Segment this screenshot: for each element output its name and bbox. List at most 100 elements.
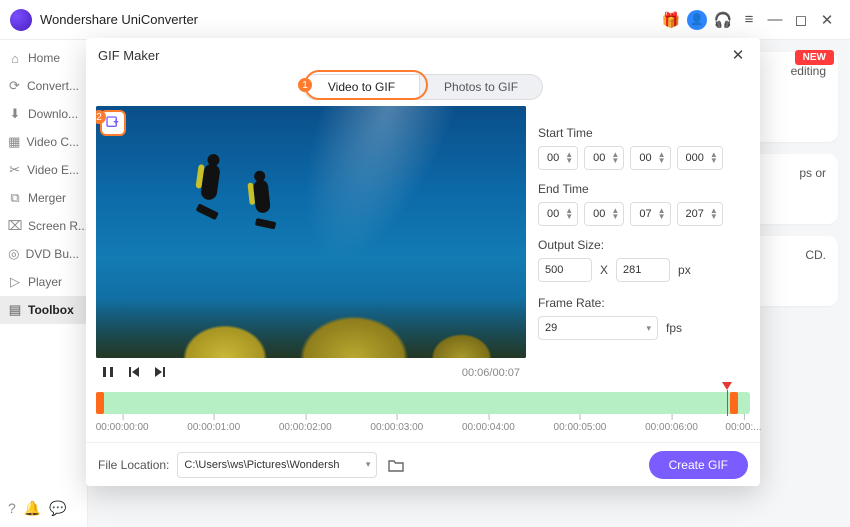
start-minutes[interactable]: 00▲▼ [584,146,624,170]
notifications-icon[interactable]: 🔔 [24,500,41,517]
tick: 00:00:00:00 [96,422,149,433]
output-width[interactable] [538,258,592,282]
tick: 00:00:02:00 [279,422,332,433]
open-folder-button[interactable] [385,454,407,476]
timeline: 00:00:00:00 00:00:01:00 00:00:02:00 00:0… [86,392,760,442]
close-icon[interactable]: ✕ [728,45,748,65]
sidebar-item-label: Video E... [27,163,79,177]
settings-panel: Start Time 00▲▼ 00▲▼ 00▲▼ 000▲▼ End Time… [538,106,750,392]
bg-card-text: CD. [805,248,826,262]
sidebar-item-label: Screen R... [28,219,87,233]
step1-number: 1 [298,78,312,92]
timeline-track[interactable] [96,392,750,414]
tick: 00:00:06:00 [645,422,698,433]
maximize-button[interactable]: ◻ [788,7,814,33]
video-preview[interactable]: 2 [96,106,526,358]
sidebar-item-convert[interactable]: ⟳ Convert... [0,72,87,100]
output-size-label: Output Size: [538,238,750,252]
sidebar-item-label: Downlo... [28,107,78,121]
account-icon[interactable]: 👤 [684,7,710,33]
dvd-icon: ◎ [8,246,20,262]
video-compress-icon: ▦ [8,134,21,150]
start-ms[interactable]: 000▲▼ [677,146,723,170]
playhead-line [727,390,728,416]
close-window-button[interactable]: ✕ [814,7,840,33]
tabs: 1 Video to GIF Photos to GIF [86,72,760,102]
tab-photos-to-gif[interactable]: Photos to GIF [420,74,543,100]
sidebar-item-dvd[interactable]: ◎ DVD Bu... [0,240,87,268]
home-icon: ⌂ [8,51,22,66]
video-edit-icon: ✂ [8,162,21,178]
download-icon: ⬇ [8,106,22,122]
player-icon: ▷ [8,274,22,290]
modal-footer: File Location: C:\Users\ws\Pictures\Wond… [86,442,760,486]
sidebar-item-merger[interactable]: ⧉ Merger [0,184,87,212]
bg-card-text: ps or [799,166,826,180]
sidebar-item-label: Home [28,51,60,65]
tab-video-to-gif[interactable]: Video to GIF [303,74,420,100]
minimize-button[interactable]: — [762,7,788,33]
frame-rate-label: Frame Rate: [538,296,750,310]
gift-icon[interactable]: 🎁 [658,7,684,33]
start-seconds[interactable]: 00▲▼ [630,146,670,170]
tick: 00:00:05:00 [554,422,607,433]
tick: 00:00:... [725,422,761,433]
playback-time: 00:06/00:07 [462,367,520,379]
file-location-label: File Location: [98,458,169,472]
sidebar-item-label: Toolbox [28,303,74,317]
sidebar-item-screen[interactable]: ⌧ Screen R... [0,212,87,240]
file-location-input[interactable]: C:\Users\ws\Pictures\Wondersh▾ [177,452,377,478]
chevron-down-icon: ▾ [646,323,651,334]
sidebar-item-player[interactable]: ▷ Player [0,268,87,296]
bg-card-text: editing [791,64,826,78]
timeline-end-handle[interactable] [730,392,738,414]
add-media-button[interactable]: 2 [100,110,126,136]
sidebar-item-videoe[interactable]: ✂ Video E... [0,156,87,184]
sidebar-item-label: DVD Bu... [26,247,79,261]
merger-icon: ⧉ [8,190,22,206]
sidebar-item-download[interactable]: ⬇ Downlo... [0,100,87,128]
tick: 00:00:01:00 [187,422,240,433]
chevron-down-icon: ▾ [366,459,371,470]
preview-frame [96,106,526,358]
gif-maker-modal: GIF Maker ✕ 1 Video to GIF Photos to GIF [86,38,760,486]
feedback-icon[interactable]: 💬 [49,500,66,517]
end-ms[interactable]: 207▲▼ [677,202,723,226]
convert-icon: ⟳ [8,78,21,94]
support-icon[interactable]: 🎧 [710,7,736,33]
pause-button[interactable] [102,366,114,381]
help-icon[interactable]: ? [8,500,16,517]
sidebar-item-videoc[interactable]: ▦ Video C... [0,128,87,156]
modal-title: GIF Maker [98,48,159,63]
add-media-icon [105,115,121,131]
screen-record-icon: ⌧ [8,218,22,234]
toolbox-icon: ▤ [8,302,22,318]
titlebar: Wondershare UniConverter 🎁 👤 🎧 ≡ — ◻ ✕ [0,0,850,40]
menu-icon[interactable]: ≡ [736,7,762,33]
sidebar-item-toolbox[interactable]: ▤ Toolbox [0,296,87,324]
next-frame-button[interactable] [154,366,166,381]
end-hours[interactable]: 00▲▼ [538,202,578,226]
end-minutes[interactable]: 00▲▼ [584,202,624,226]
end-seconds[interactable]: 07▲▼ [630,202,670,226]
sidebar-item-label: Merger [28,191,66,205]
prev-frame-button[interactable] [128,366,140,381]
tick: 00:00:04:00 [462,422,515,433]
start-hours[interactable]: 00▲▼ [538,146,578,170]
size-px: px [678,263,691,277]
create-gif-button[interactable]: Create GIF [649,451,748,479]
end-time-label: End Time [538,182,750,196]
fps-unit: fps [666,321,682,335]
new-badge: NEW [795,50,834,65]
tick: 00:00:03:00 [370,422,423,433]
sidebar-item-home[interactable]: ⌂ Home [0,44,87,72]
playback-controls: 00:06/00:07 [96,358,526,388]
playhead-marker[interactable] [722,382,732,390]
sidebar-item-label: Convert... [27,79,79,93]
frame-rate-select[interactable]: 29▾ [538,316,658,340]
output-height[interactable] [616,258,670,282]
sidebar-item-label: Player [28,275,62,289]
sidebar-item-label: Video C... [27,135,79,149]
timeline-ruler: 00:00:00:00 00:00:01:00 00:00:02:00 00:0… [96,416,750,442]
timeline-start-handle[interactable] [96,392,104,414]
